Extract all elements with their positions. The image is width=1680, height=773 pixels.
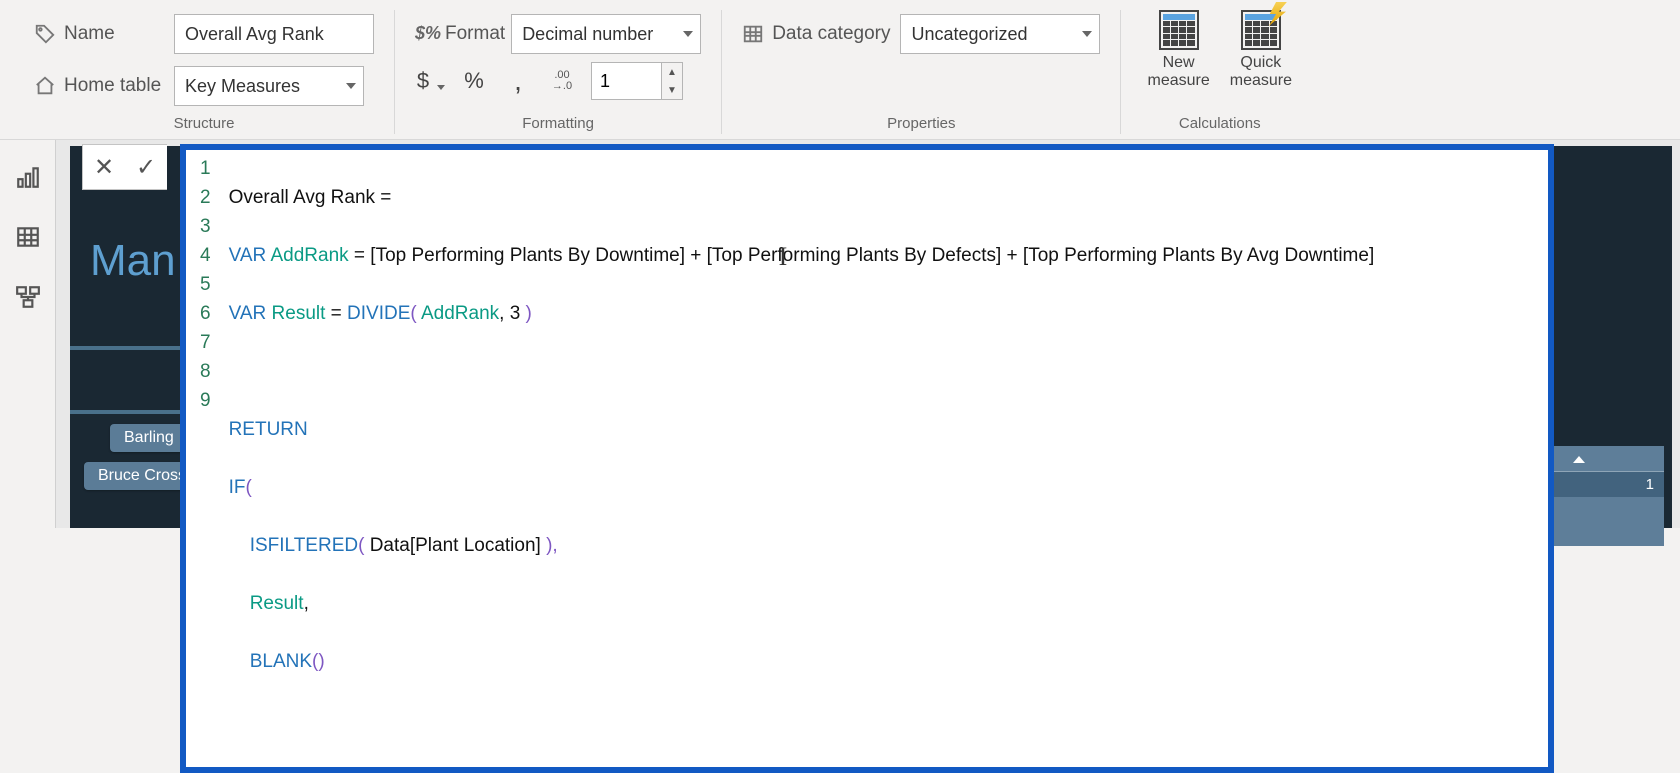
calculator-icon <box>1159 10 1199 50</box>
ribbon-group-properties: Data category Uncategorized Properties <box>722 10 1121 134</box>
data-view-icon[interactable] <box>15 224 41 250</box>
calculator-bolt-icon <box>1241 10 1281 50</box>
percent-button[interactable]: % <box>459 62 489 100</box>
group-title-structure: Structure <box>34 115 374 134</box>
ribbon-group-calculations: New measure Quick measure Calculations <box>1121 10 1318 134</box>
format-glyph-icon: $% <box>415 23 437 45</box>
currency-button[interactable]: $ <box>415 62 445 100</box>
decimal-places-spinner[interactable]: ▲ ▼ <box>591 62 683 100</box>
format-label: $% Format <box>415 23 505 45</box>
report-view-icon[interactable] <box>15 164 41 190</box>
decimal-places-input[interactable] <box>591 62 661 100</box>
group-title-calculations: Calculations <box>1141 115 1298 134</box>
spinner-down[interactable]: ▼ <box>662 81 682 99</box>
model-view-icon[interactable] <box>15 284 41 310</box>
quick-measure-button[interactable]: Quick measure <box>1224 10 1298 90</box>
spinner-up[interactable]: ▲ <box>662 63 682 81</box>
tag-icon <box>34 23 56 45</box>
slicer-barling[interactable]: Barling <box>110 424 188 452</box>
ribbon-group-structure: Name Home table Key Measures Structure <box>14 10 395 134</box>
group-title-properties: Properties <box>742 115 1100 134</box>
table-icon <box>742 23 764 45</box>
code-area[interactable]: Overall Avg Rank = VAR AddRank = [Top Pe… <box>219 150 1548 767</box>
ribbon-group-formatting: $% Format Decimal number $ % , .00→.0 ▲ … <box>395 10 722 134</box>
data-category-label: Data category <box>742 23 890 45</box>
view-rail <box>0 140 56 528</box>
decimal-places-icon[interactable]: .00→.0 <box>547 62 577 100</box>
name-input[interactable] <box>174 14 374 54</box>
name-label: Name <box>34 23 164 45</box>
cancel-formula-button[interactable]: ✕ <box>83 145 125 189</box>
data-category-select[interactable]: Uncategorized <box>900 14 1100 54</box>
text-cursor-icon: I <box>779 242 788 271</box>
home-icon <box>34 75 56 97</box>
format-select[interactable]: Decimal number <box>511 14 701 54</box>
home-table-select[interactable]: Key Measures <box>174 66 364 106</box>
sort-caret-icon[interactable] <box>1573 456 1585 463</box>
dax-editor[interactable]: 1 2 3 4 5 6 7 8 9 Overall Avg Rank = VAR… <box>180 144 1554 773</box>
ribbon: Name Home table Key Measures Structure $… <box>0 0 1680 140</box>
line-gutter: 1 2 3 4 5 6 7 8 9 <box>186 150 219 767</box>
new-measure-button[interactable]: New measure <box>1141 10 1215 90</box>
group-title-formatting: Formatting <box>415 115 701 134</box>
thousands-button[interactable]: , <box>503 62 533 100</box>
commit-formula-button[interactable]: ✓ <box>125 145 167 189</box>
report-title-fragment: Man <box>90 236 176 286</box>
home-table-label: Home table <box>34 75 164 97</box>
